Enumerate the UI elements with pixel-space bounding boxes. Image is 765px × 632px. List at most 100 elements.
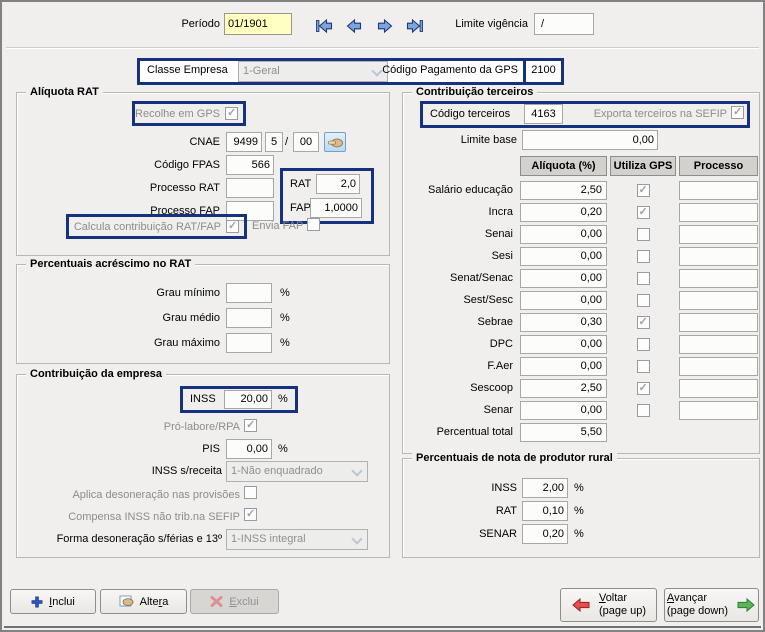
processo-field[interactable] — [679, 335, 758, 354]
utiliza-gps-checkbox[interactable] — [637, 360, 650, 373]
aliquota-field[interactable]: 0,20 — [520, 203, 607, 222]
row-label: Salário educação — [410, 184, 517, 196]
inss-field[interactable]: 20,00 — [224, 390, 272, 409]
avancar-button[interactable]: Avançar (page down) — [664, 588, 759, 622]
processo-field[interactable] — [679, 291, 758, 310]
cnae-field-3[interactable]: 00 — [293, 132, 319, 152]
processo-field[interactable] — [679, 379, 758, 398]
codigo-terceiros-field[interactable]: 4163 — [524, 104, 563, 124]
cnae-field-2[interactable]: 5 — [265, 132, 283, 152]
cnae-field-1[interactable]: 9499 — [226, 132, 262, 152]
utiliza-gps-checkbox[interactable] — [637, 250, 650, 263]
calcula-rat-fap-highlight: Calcula contribuição RAT/FAP — [66, 214, 247, 239]
aliquota-field[interactable]: 0,00 — [520, 335, 607, 354]
grau-medio-field[interactable] — [226, 308, 272, 328]
processo-field[interactable] — [679, 357, 758, 376]
aplica-desoneracao-checkbox[interactable] — [244, 486, 257, 499]
grau-minimo-field[interactable] — [226, 283, 272, 303]
codigo-fpas-field[interactable]: 566 — [226, 155, 274, 175]
processo-rat-label: Processo RAT — [120, 182, 220, 194]
table-row: Sescoop2,50 — [410, 377, 759, 399]
codigo-pagamento-gps-value[interactable]: 2100 — [527, 64, 560, 76]
processo-field[interactable] — [679, 181, 758, 200]
aliquota-field[interactable]: 0,00 — [520, 357, 607, 376]
utiliza-gps-cell — [610, 382, 676, 395]
processo-field[interactable] — [679, 313, 758, 332]
processo-cell — [679, 357, 758, 376]
table-row: Senat/Senac0,00 — [410, 267, 759, 289]
processo-field[interactable] — [679, 269, 758, 288]
aliquota-field[interactable]: 0,00 — [520, 247, 607, 266]
exporta-terceiros-label: Exporta terceiros na SEFIP — [587, 108, 727, 120]
utiliza-gps-checkbox[interactable] — [637, 184, 650, 197]
fap-field[interactable]: 1,0000 — [310, 198, 362, 218]
nav-previous-button[interactable] — [342, 16, 366, 36]
periodo-input[interactable]: 01/1901 — [224, 13, 292, 35]
inclui-button[interactable]: Inclui — [10, 589, 96, 614]
codigo-fpas-label: Código FPAS — [120, 159, 220, 171]
processo-cell — [679, 225, 758, 244]
header-utiliza-gps: Utiliza GPS — [610, 156, 676, 176]
aliquota-field[interactable]: 5,50 — [520, 423, 607, 442]
header-aliquota: Alíquota (%) — [520, 156, 607, 176]
row-label: F.Aer — [410, 360, 517, 372]
processo-field[interactable] — [679, 401, 758, 420]
utiliza-gps-checkbox[interactable] — [637, 206, 650, 219]
header-processo: Processo — [679, 156, 758, 176]
exporta-terceiros-checkbox[interactable] — [731, 106, 744, 119]
utiliza-gps-checkbox[interactable] — [637, 338, 650, 351]
compensa-inss-checkbox[interactable] — [244, 508, 257, 521]
prolabore-checkbox[interactable] — [244, 419, 257, 432]
rural-inss-field[interactable]: 2,00 — [522, 478, 568, 498]
aliquota-field[interactable]: 2,50 — [520, 181, 607, 200]
calcula-rat-fap-checkbox[interactable] — [226, 220, 239, 233]
utiliza-gps-checkbox[interactable] — [637, 382, 650, 395]
rural-senar-field[interactable]: 0,20 — [522, 524, 568, 544]
grau-maximo-field[interactable] — [226, 333, 272, 353]
processo-cell — [679, 247, 758, 266]
inss-receita-select[interactable]: 1-Não enquadrado — [226, 461, 368, 482]
utiliza-gps-cell — [610, 294, 676, 307]
prolabore-label: Pró-labore/RPA — [102, 421, 240, 433]
rural-senar-percent: % — [574, 528, 584, 540]
aliquota-field[interactable]: 0,30 — [520, 313, 607, 332]
rural-rat-field[interactable]: 0,10 — [522, 501, 568, 521]
nav-first-button[interactable] — [312, 16, 336, 36]
forward-arrow-icon — [736, 598, 756, 612]
aliquota-field[interactable]: 0,00 — [520, 225, 607, 244]
inclui-button-label: Inclui — [49, 596, 75, 608]
pis-field[interactable]: 0,00 — [226, 439, 272, 459]
aliquota-field[interactable]: 0,00 — [520, 269, 607, 288]
limite-base-field[interactable]: 0,00 — [522, 130, 658, 150]
processo-rat-field[interactable] — [226, 178, 274, 198]
limite-vigencia-input[interactable]: / — [534, 13, 594, 35]
cnae-lookup-button[interactable] — [324, 132, 346, 152]
classe-empresa-select[interactable]: 1-Geral — [238, 61, 388, 82]
aliquota-field[interactable]: 2,50 — [520, 379, 607, 398]
utiliza-gps-checkbox[interactable] — [637, 404, 650, 417]
rat-field[interactable]: 2,0 — [316, 174, 360, 194]
altera-button[interactable]: Altera — [100, 589, 187, 614]
recolhe-gps-checkbox[interactable] — [225, 107, 238, 120]
utiliza-gps-checkbox[interactable] — [637, 294, 650, 307]
table-row: DPC0,00 — [410, 333, 759, 355]
forma-desoneracao-select[interactable]: 1-INSS integral — [226, 529, 368, 550]
processo-field[interactable] — [679, 225, 758, 244]
exclui-button[interactable]: Exclui — [190, 589, 279, 614]
classe-empresa-label: Classe Empresa — [147, 64, 228, 76]
processo-cell — [679, 401, 758, 420]
processo-field[interactable] — [679, 247, 758, 266]
utiliza-gps-cell — [610, 360, 676, 373]
aliquota-field[interactable]: 0,00 — [520, 401, 607, 420]
envia-fap-checkbox[interactable] — [307, 218, 320, 231]
utiliza-gps-checkbox[interactable] — [637, 316, 650, 329]
calcula-rat-fap-label: Calcula contribuição RAT/FAP — [74, 221, 221, 233]
voltar-button[interactable]: Voltar (page up) — [560, 588, 657, 622]
nav-next-button[interactable] — [372, 16, 396, 36]
grau-medio-percent: % — [280, 312, 290, 324]
processo-field[interactable] — [679, 203, 758, 222]
aliquota-field[interactable]: 0,00 — [520, 291, 607, 310]
nav-first-icon — [314, 18, 335, 34]
utiliza-gps-checkbox[interactable] — [637, 272, 650, 285]
utiliza-gps-checkbox[interactable] — [637, 228, 650, 241]
